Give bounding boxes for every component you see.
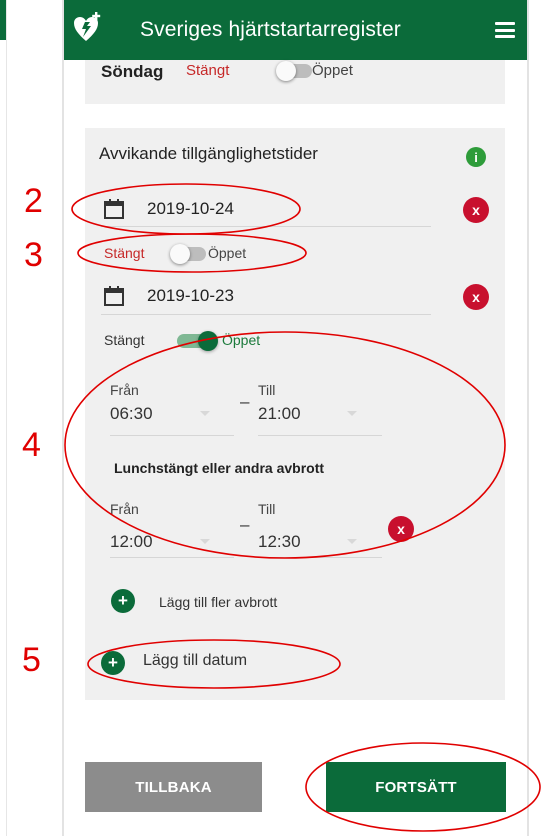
add-break-label[interactable]: Lägg till fler avbrott: [159, 594, 277, 610]
toggle-knob[interactable]: [276, 61, 296, 81]
calendar-icon[interactable]: [104, 199, 124, 219]
add-date-button[interactable]: +: [101, 651, 125, 675]
open-label: Öppet: [222, 332, 261, 348]
date-field-underline: [101, 226, 431, 227]
from-label: Från: [110, 382, 139, 398]
lunch-heading: Lunchstängt eller andra avbrott: [114, 460, 325, 476]
divider: [6, 0, 7, 836]
frame-edge-left: [62, 0, 64, 836]
remove-date-button[interactable]: x: [463, 197, 489, 223]
break-to-select[interactable]: 12:30: [258, 532, 301, 552]
to-label: Till: [258, 382, 276, 398]
heart-defibrillator-logo-icon: [74, 12, 101, 41]
day-label: Söndag: [101, 62, 164, 81]
dropdown-caret-icon: [347, 411, 357, 416]
annotation-number: 3: [24, 236, 43, 274]
date-field[interactable]: 2019-10-24: [147, 199, 234, 219]
annotation-number: 4: [22, 426, 41, 464]
add-break-button[interactable]: +: [111, 589, 135, 613]
select-underline: [258, 557, 382, 558]
app-title: Sveriges hjärtstartarregister: [140, 18, 401, 41]
open-label: Öppet: [312, 62, 353, 79]
hamburger-menu-icon[interactable]: [495, 22, 515, 38]
from-time-select[interactable]: 06:30: [110, 404, 153, 424]
date-field[interactable]: 2019-10-23: [147, 286, 234, 306]
select-underline: [110, 557, 234, 558]
range-dash: –: [240, 515, 250, 534]
break-from-select[interactable]: 12:00: [110, 532, 153, 552]
range-dash: –: [240, 392, 250, 411]
annotation-number: 5: [22, 641, 41, 679]
closed-label: Stängt: [104, 245, 145, 261]
calendar-icon[interactable]: [104, 286, 124, 306]
back-button[interactable]: TILLBAKA: [85, 762, 262, 812]
dropdown-caret-icon: [200, 411, 210, 416]
date-field-underline: [101, 314, 431, 315]
info-icon[interactable]: i: [466, 147, 486, 167]
select-underline: [110, 435, 234, 436]
closed-label: Stängt: [186, 62, 230, 79]
frame-edge-right: [527, 0, 529, 836]
annotation-number: 2: [24, 182, 43, 220]
closed-label: Stängt: [104, 332, 145, 348]
open-label: Öppet: [208, 245, 247, 261]
dropdown-caret-icon: [347, 539, 357, 544]
continue-button[interactable]: FORTSÄTT: [326, 762, 506, 812]
break-to-label: Till: [258, 501, 276, 517]
toggle-knob[interactable]: [198, 331, 218, 351]
section-heading: Avvikande tillgänglighetstider: [99, 144, 318, 163]
to-time-select[interactable]: 21:00: [258, 404, 301, 424]
dropdown-caret-icon: [200, 539, 210, 544]
select-underline: [258, 435, 382, 436]
add-date-label[interactable]: Lägg till datum: [143, 652, 247, 670]
remove-break-button[interactable]: x: [388, 516, 414, 542]
break-from-label: Från: [110, 501, 139, 517]
remove-date-button[interactable]: x: [463, 284, 489, 310]
toggle-knob[interactable]: [170, 244, 190, 264]
app-header: Sveriges hjärtstartarregister: [64, 0, 527, 60]
